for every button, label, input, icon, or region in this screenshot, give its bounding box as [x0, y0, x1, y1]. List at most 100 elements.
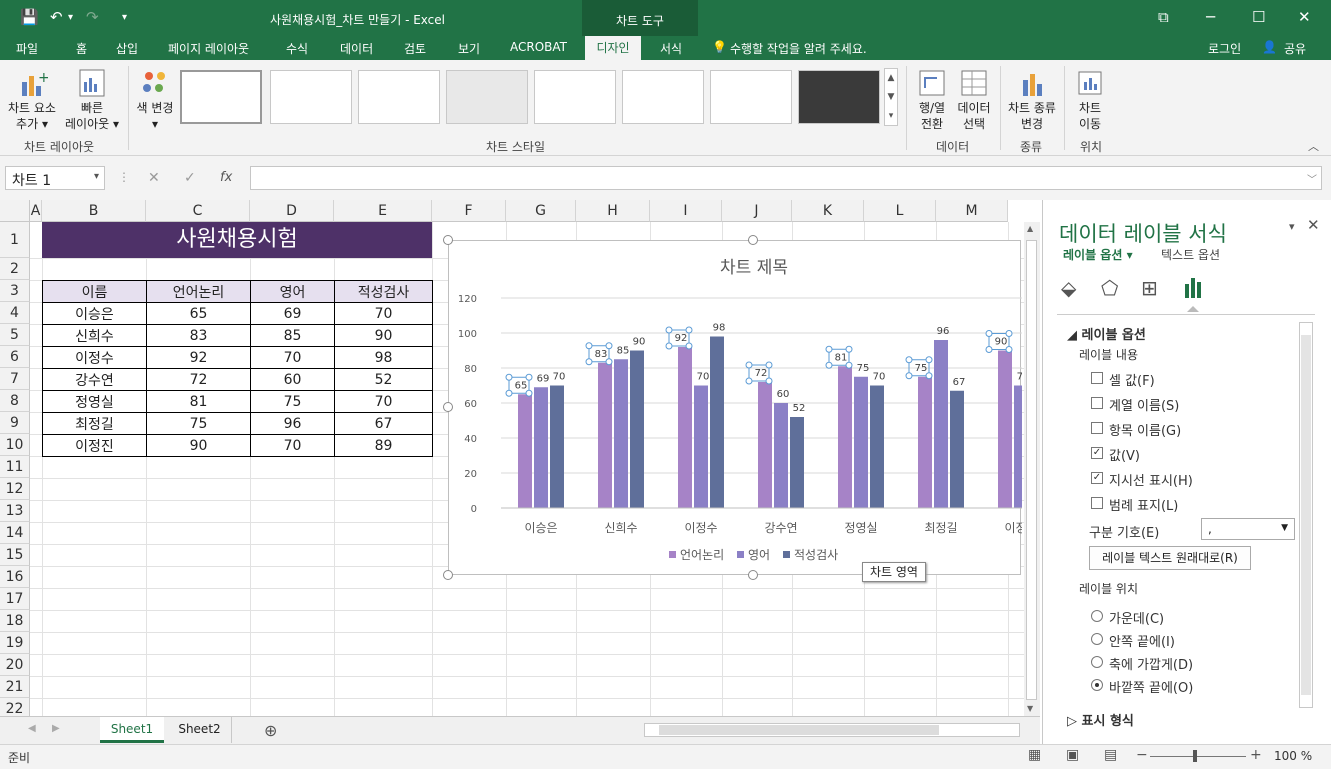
- table-cell[interactable]: 신희수: [42, 324, 147, 347]
- table-cell[interactable]: 89: [334, 434, 433, 457]
- login-link[interactable]: 로그인: [1208, 40, 1241, 57]
- data-label[interactable]: 90: [995, 337, 1008, 348]
- radio-button[interactable]: [1091, 610, 1103, 622]
- tab-formulas[interactable]: 수식: [286, 40, 308, 57]
- bar[interactable]: [598, 362, 612, 508]
- bar[interactable]: [550, 385, 564, 509]
- fill-line-icon[interactable]: ⬙: [1061, 276, 1076, 300]
- data-label[interactable]: 83: [595, 349, 608, 360]
- zoom-slider[interactable]: [1150, 756, 1246, 757]
- tab-format[interactable]: 서식: [660, 40, 682, 57]
- chart-style-1[interactable]: [180, 70, 262, 124]
- page-layout-view-icon[interactable]: ▣: [1066, 747, 1079, 763]
- header-cell[interactable]: 영어: [250, 280, 335, 303]
- data-label-handle[interactable]: [505, 389, 513, 397]
- bar[interactable]: [518, 394, 532, 508]
- checkbox[interactable]: ✓: [1091, 447, 1103, 459]
- bar[interactable]: [854, 376, 868, 508]
- table-cell[interactable]: 최정길: [42, 412, 147, 435]
- column-header-d[interactable]: D: [250, 200, 334, 222]
- tab-text-options[interactable]: 텍스트 옵션: [1161, 246, 1220, 263]
- table-cell[interactable]: 강수연: [42, 368, 147, 391]
- vertical-scrollbar[interactable]: ▲ ▼: [1024, 222, 1040, 716]
- row-header-4[interactable]: 4: [0, 302, 30, 324]
- row-header-1[interactable]: 1: [0, 222, 30, 258]
- column-header-a[interactable]: A: [30, 200, 42, 222]
- row-header-15[interactable]: 15: [0, 544, 30, 566]
- chart-style-2[interactable]: [270, 70, 352, 124]
- tab-label-options[interactable]: 레이블 옵션 ▾: [1063, 246, 1133, 263]
- bar[interactable]: [614, 359, 628, 508]
- header-cell[interactable]: 언어논리: [146, 280, 251, 303]
- chart-style-5[interactable]: [534, 70, 616, 124]
- resize-handle[interactable]: [443, 235, 453, 245]
- tab-acrobat[interactable]: ACROBAT: [510, 40, 567, 54]
- table-cell[interactable]: 67: [334, 412, 433, 435]
- data-label-handle[interactable]: [665, 342, 673, 350]
- data-label-handle[interactable]: [985, 346, 993, 353]
- select-all-corner[interactable]: [0, 200, 30, 222]
- resize-handle[interactable]: [748, 570, 758, 580]
- zoom-in-icon[interactable]: +: [1250, 747, 1262, 763]
- chart-title[interactable]: 차트 제목: [720, 258, 788, 278]
- bar[interactable]: [710, 336, 724, 509]
- column-header-j[interactable]: J: [722, 200, 792, 222]
- pane-options-dropdown-icon[interactable]: ▾: [1289, 220, 1295, 233]
- chart-style-7[interactable]: [710, 70, 792, 124]
- undo-dropdown-icon[interactable]: ▾: [68, 12, 73, 23]
- row-header-21[interactable]: 21: [0, 676, 30, 698]
- checkbox[interactable]: [1091, 497, 1103, 509]
- table-cell[interactable]: 81: [146, 390, 251, 413]
- change-colors-button[interactable]: 색 변경 ▾: [132, 68, 178, 132]
- row-header-17[interactable]: 17: [0, 588, 30, 610]
- column-header-g[interactable]: G: [506, 200, 576, 222]
- name-box[interactable]: 차트 1 ▾: [5, 166, 105, 190]
- tab-file[interactable]: 파일: [16, 40, 38, 57]
- table-cell[interactable]: 85: [250, 324, 335, 347]
- resize-handle[interactable]: [443, 570, 453, 580]
- normal-view-icon[interactable]: ▦: [1028, 747, 1041, 763]
- size-properties-icon[interactable]: ⊞: [1141, 276, 1158, 300]
- row-header-13[interactable]: 13: [0, 500, 30, 522]
- column-header-k[interactable]: K: [792, 200, 864, 222]
- table-cell[interactable]: 90: [334, 324, 433, 347]
- effects-icon[interactable]: ⬠: [1101, 276, 1118, 300]
- row-header-11[interactable]: 11: [0, 456, 30, 478]
- table-cell[interactable]: 52: [334, 368, 433, 391]
- checkbox[interactable]: [1091, 397, 1103, 409]
- table-cell[interactable]: 75: [146, 412, 251, 435]
- row-header-12[interactable]: 12: [0, 478, 30, 500]
- legend-entry[interactable]: 적성검사: [794, 548, 838, 562]
- tab-home[interactable]: 홈: [76, 40, 87, 57]
- insert-function-icon[interactable]: fx: [220, 170, 232, 185]
- bar[interactable]: [870, 385, 884, 509]
- table-cell[interactable]: 98: [334, 346, 433, 369]
- chart-style-8[interactable]: [798, 70, 880, 124]
- data-label-handle[interactable]: [845, 345, 853, 353]
- chart-style-3[interactable]: [358, 70, 440, 124]
- data-label[interactable]: 60: [777, 389, 790, 400]
- chart-style-6[interactable]: [622, 70, 704, 124]
- enter-icon[interactable]: ✓: [184, 170, 196, 186]
- data-label-handle[interactable]: [525, 389, 533, 397]
- sheet-tab-sheet2[interactable]: Sheet2: [168, 717, 232, 743]
- data-label[interactable]: 92: [675, 333, 688, 344]
- collapse-ribbon-icon[interactable]: ︿: [1308, 138, 1319, 154]
- select-data-button[interactable]: 데이터 선택: [954, 68, 994, 132]
- label-options-icon[interactable]: [1183, 276, 1205, 301]
- data-label[interactable]: 75: [857, 363, 870, 374]
- bar[interactable]: [838, 366, 852, 508]
- data-label[interactable]: 81: [835, 352, 848, 363]
- row-header-10[interactable]: 10: [0, 434, 30, 456]
- styles-gallery-scroll[interactable]: ▲ ▼ ▾: [884, 68, 898, 126]
- switch-row-column-button[interactable]: 행/열 전환: [912, 68, 952, 132]
- column-header-m[interactable]: M: [936, 200, 1008, 222]
- bar[interactable]: [934, 340, 948, 508]
- column-header-i[interactable]: I: [650, 200, 722, 222]
- section-label-options[interactable]: ◢ 레이블 옵션: [1067, 324, 1146, 343]
- column-header-b[interactable]: B: [42, 200, 146, 222]
- data-label-handle[interactable]: [765, 377, 773, 385]
- bar[interactable]: [678, 347, 692, 508]
- data-label[interactable]: 70: [873, 372, 886, 383]
- resize-handle[interactable]: [748, 235, 758, 245]
